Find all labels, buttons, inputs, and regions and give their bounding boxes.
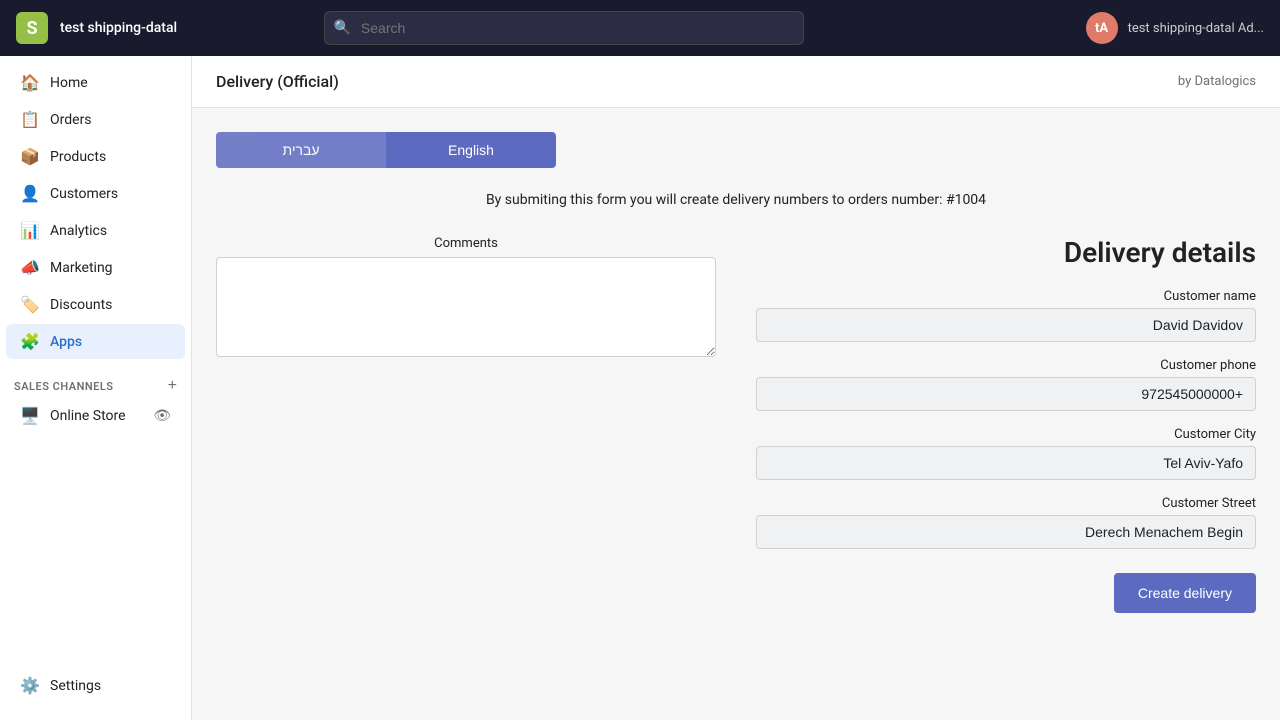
sidebar-item-online-store[interactable]: 🖥️ Online Store 👁 [6, 399, 185, 432]
customer-city-input[interactable] [756, 446, 1256, 480]
customer-city-label: Customer City [756, 427, 1256, 442]
main-content: Delivery (Official) by Datalogics עברית … [192, 56, 1280, 720]
orders-icon: 📋 [20, 110, 40, 129]
customer-phone-input[interactable] [756, 377, 1256, 411]
sidebar-item-orders[interactable]: 📋 Orders [6, 102, 185, 137]
delivery-details-column: Delivery details Customer name Customer … [756, 236, 1256, 613]
customer-name-label: Customer name [756, 289, 1256, 304]
add-sales-channel-button[interactable]: + [168, 378, 177, 394]
app-title: Delivery (Official) [216, 72, 339, 91]
comments-label: Comments [216, 236, 716, 251]
customer-street-input[interactable] [756, 515, 1256, 549]
delivery-details-title: Delivery details [756, 236, 1256, 269]
account-name: test shipping-datal Ad... [1128, 21, 1264, 36]
tab-english[interactable]: English [386, 132, 556, 168]
customer-phone-label: Customer phone [756, 358, 1256, 373]
products-icon: 📦 [20, 147, 40, 166]
topbar-right: tA test shipping-datal Ad... [1086, 12, 1264, 44]
tab-hebrew[interactable]: עברית [216, 132, 386, 168]
customer-name-group: Customer name [756, 289, 1256, 342]
customer-name-input[interactable] [756, 308, 1256, 342]
sidebar-item-marketing[interactable]: 📣 Marketing [6, 250, 185, 285]
search-icon: 🔍 [334, 20, 351, 36]
customers-icon: 👤 [20, 184, 40, 203]
online-store-left: 🖥️ Online Store [20, 406, 126, 425]
sidebar-item-customers[interactable]: 👤 Customers [6, 176, 185, 211]
apps-icon: 🧩 [20, 332, 40, 351]
comments-column: Comments [216, 236, 716, 613]
app-by: by Datalogics [1178, 74, 1256, 89]
sidebar-item-discounts[interactable]: 🏷️ Discounts [6, 287, 185, 322]
language-tabs: עברית English [216, 132, 556, 168]
store-name: test shipping-datal [60, 20, 177, 36]
marketing-icon: 📣 [20, 258, 40, 277]
topbar: S test shipping-datal 🔍 tA test shipping… [0, 0, 1280, 56]
app-header: Delivery (Official) by Datalogics [192, 56, 1280, 108]
sidebar-bottom: ⚙️ Settings [0, 659, 191, 712]
online-store-icon: 🖥️ [20, 406, 40, 425]
sidebar-item-home[interactable]: 🏠 Home [6, 65, 185, 100]
customer-street-label: Customer Street [756, 496, 1256, 511]
discounts-icon: 🏷️ [20, 295, 40, 314]
app-body: עברית English By submiting this form you… [192, 108, 1280, 637]
store-logo: S [16, 12, 48, 44]
sidebar-item-settings[interactable]: ⚙️ Settings [6, 668, 185, 703]
customer-phone-group: Customer phone [756, 358, 1256, 411]
sales-channels-header: SALES CHANNELS + [0, 368, 191, 398]
sidebar-item-apps[interactable]: 🧩 Apps [6, 324, 185, 359]
analytics-icon: 📊 [20, 221, 40, 240]
sidebar-item-analytics[interactable]: 📊 Analytics [6, 213, 185, 248]
eye-icon: 👁 [153, 408, 171, 424]
home-icon: 🏠 [20, 73, 40, 92]
settings-icon: ⚙️ [20, 676, 40, 695]
create-delivery-button[interactable]: Create delivery [1114, 573, 1256, 613]
comments-input[interactable] [216, 257, 716, 357]
info-text: By submiting this form you will create d… [216, 192, 1256, 208]
sidebar: 🏠 Home 📋 Orders 📦 Products 👤 Customers 📊… [0, 56, 192, 720]
form-area: Comments Delivery details Customer name … [216, 236, 1256, 613]
search-container: 🔍 [324, 11, 804, 45]
customer-city-group: Customer City [756, 427, 1256, 480]
sidebar-item-products[interactable]: 📦 Products [6, 139, 185, 174]
customer-street-group: Customer Street [756, 496, 1256, 549]
search-input[interactable] [324, 11, 804, 45]
avatar[interactable]: tA [1086, 12, 1118, 44]
